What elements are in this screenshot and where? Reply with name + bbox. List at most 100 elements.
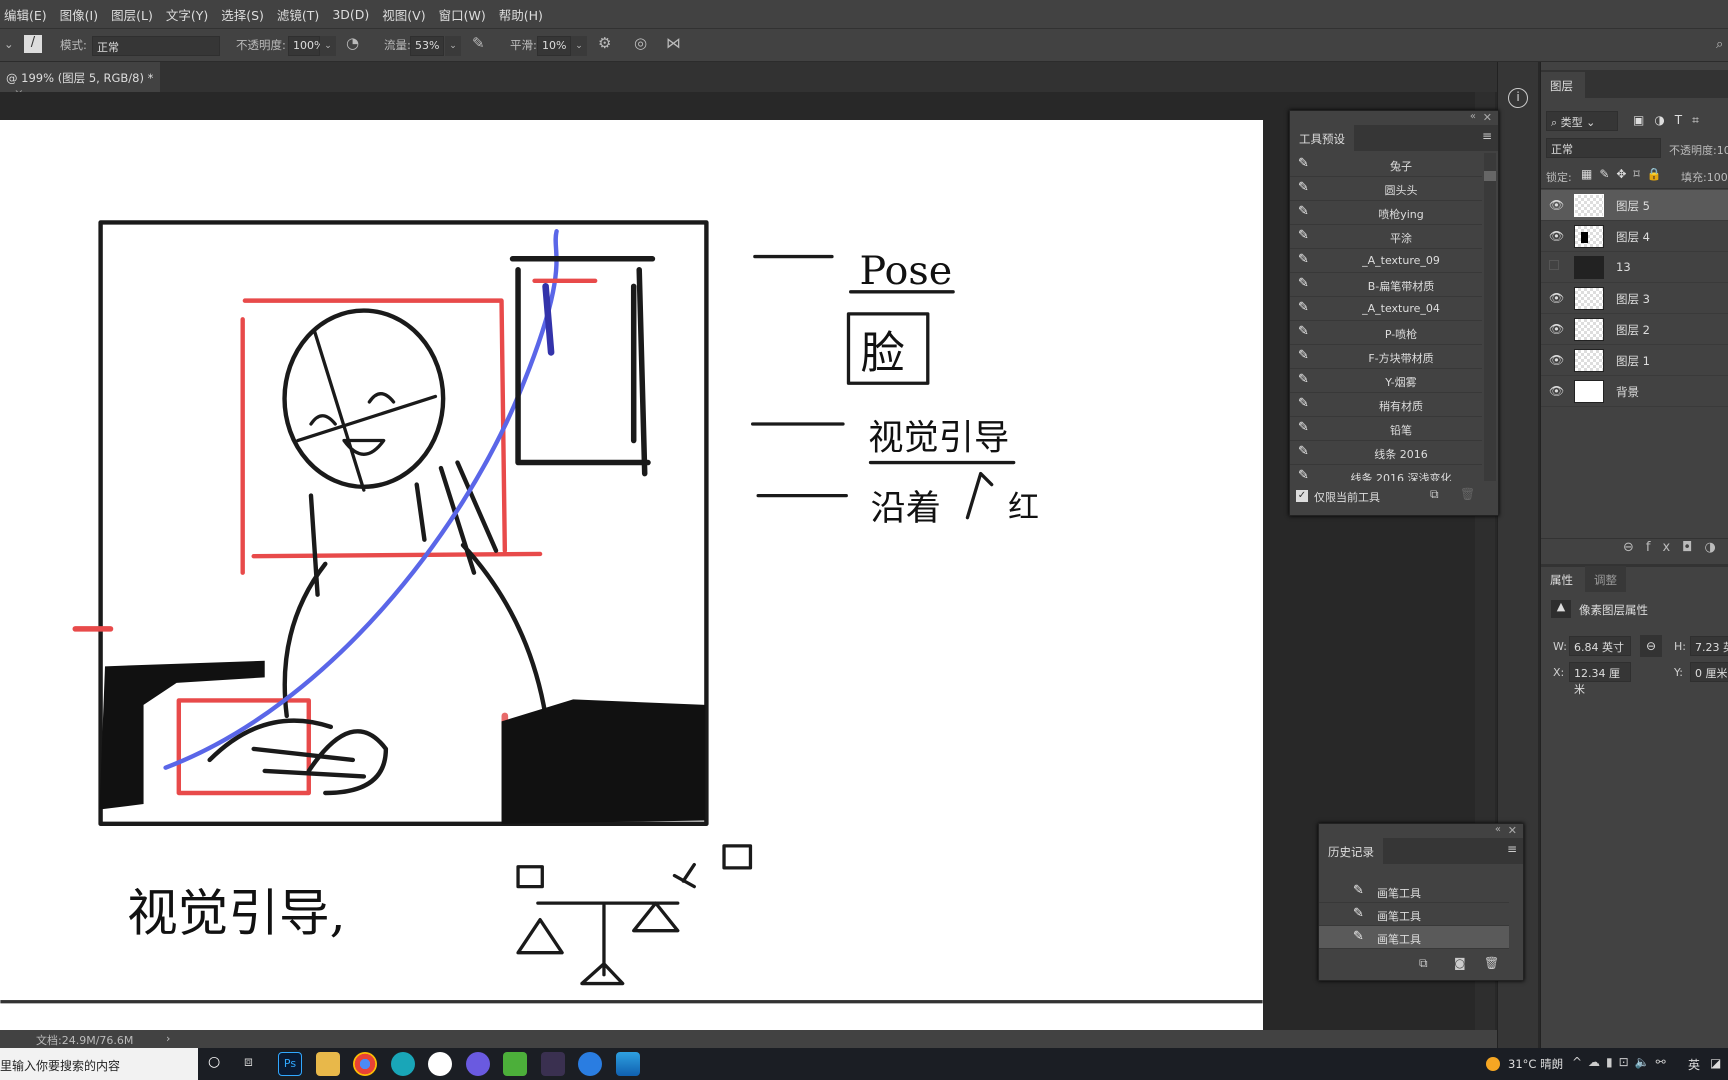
tool-preset-item[interactable]: ✎ 圆头头 [1290, 177, 1482, 201]
menu-window[interactable]: 窗口(W) [439, 5, 486, 24]
app-icon[interactable] [391, 1052, 415, 1076]
brush-preset-icon[interactable]: / [24, 35, 42, 53]
pressure-size-icon[interactable]: ◎ [634, 34, 647, 52]
app-icon[interactable] [466, 1052, 490, 1076]
layer-actions-icons[interactable]: ⊖fx◘◑ [1623, 540, 1728, 555]
x-input[interactable]: 12.34 厘米 [1569, 662, 1631, 696]
airbrush-icon[interactable]: ✎ [472, 34, 485, 52]
tab-adjustments[interactable]: 调整 [1585, 566, 1626, 592]
menu-filter[interactable]: 滤镜(T) [277, 5, 319, 24]
flow-chevron-icon[interactable]: ⌄ [445, 36, 461, 56]
menu-layer[interactable]: 图层(L) [111, 5, 153, 24]
symmetry-butterfly-icon[interactable]: ⋈ [666, 34, 681, 52]
tool-preset-item[interactable]: ✎ F-方块带材质 [1290, 345, 1482, 369]
tool-preset-item[interactable]: ✎ 平涂 [1290, 225, 1482, 249]
menu-type[interactable]: 文字(Y) [166, 5, 208, 24]
opacity-chevron-icon[interactable]: ⌄ [320, 36, 336, 56]
smoothing-input[interactable]: 10% [537, 36, 571, 56]
menu-3d[interactable]: 3D(D) [332, 7, 369, 22]
filter-type-icons[interactable]: ▣◑T⌗ [1633, 113, 1709, 128]
chrome-icon[interactable] [353, 1052, 377, 1076]
app-icon[interactable] [428, 1052, 452, 1076]
width-input[interactable]: 6.84 英寸 [1569, 636, 1631, 656]
lock-icons[interactable]: ▦✎✥⌑🔒 [1581, 167, 1669, 181]
layer-blend-select[interactable]: 正常 [1546, 138, 1661, 158]
menu-help[interactable]: 帮助(H) [499, 5, 543, 24]
flow-input[interactable]: 53% [410, 36, 444, 56]
eye-icon[interactable]: 👁 [1549, 198, 1564, 212]
close-icon[interactable]: ✕ [1508, 824, 1517, 837]
history-item-selected[interactable]: ✎ 画笔工具 [1319, 926, 1509, 949]
layer-row[interactable]: 👁 图层 2 [1541, 314, 1728, 345]
menu-view[interactable]: 视图(V) [382, 5, 425, 24]
gear-icon[interactable]: ⚙ [598, 34, 611, 52]
link-icon[interactable]: ⊖ [1640, 635, 1662, 657]
status-arrow-icon[interactable]: › [166, 1032, 170, 1045]
eye-icon[interactable]: 👁 [1549, 353, 1564, 367]
layer-row[interactable]: 👁 图层 3 [1541, 283, 1728, 314]
document-tab[interactable]: @ 199% (图层 5, RGB/8) * × [0, 62, 160, 100]
tab-layers[interactable]: 图层 [1541, 72, 1582, 98]
layer-fill[interactable]: 填充:100% [1681, 169, 1728, 185]
preset-chevron-icon[interactable]: ⌄ [4, 37, 14, 51]
close-icon[interactable]: ✕ [1483, 111, 1492, 124]
layer-row[interactable]: 👁 图层 1 [1541, 345, 1728, 376]
eye-icon[interactable]: 👁 [1549, 229, 1564, 243]
current-tool-only-checkbox[interactable]: ✓ [1296, 490, 1308, 502]
camera-icon[interactable]: ◙ [1454, 956, 1466, 970]
tool-preset-item[interactable]: ✎ B-扁笔带材质 [1290, 273, 1482, 297]
tool-presets-title[interactable]: 工具预设 [1290, 125, 1354, 151]
eye-icon[interactable]: 👁 [1549, 322, 1564, 336]
tool-preset-item[interactable]: ✎ 铅笔 [1290, 417, 1482, 441]
new-document-from-state-icon[interactable]: ⧉ [1419, 956, 1428, 971]
cortana-icon[interactable]: ○ [208, 1054, 220, 1070]
tool-preset-item[interactable]: ✎ 喷枪ying [1290, 201, 1482, 225]
document-canvas[interactable]: Pose 脸 视觉引导 沿着 红 视觉引导, [0, 120, 1263, 1032]
weather-text[interactable]: 31°C 晴朗 [1508, 1056, 1563, 1072]
history-item[interactable]: ✎ 画笔工具 [1319, 880, 1509, 903]
tool-preset-item[interactable]: ✎ _A_texture_09 [1290, 249, 1482, 273]
collapse-icon[interactable]: « [1470, 111, 1476, 122]
height-input[interactable]: 7.23 英寸 [1690, 636, 1728, 656]
layer-row[interactable]: 👁 背景 [1541, 376, 1728, 407]
tab-properties[interactable]: 属性 [1541, 566, 1582, 592]
photoshop-taskbar-icon[interactable]: Ps [278, 1052, 302, 1076]
layer-filter-select[interactable]: ⌕ 类型 ⌄ [1546, 111, 1618, 131]
tool-preset-item[interactable]: ✎ _A_texture_04 [1290, 297, 1482, 321]
y-input[interactable]: 0 厘米 [1690, 662, 1728, 682]
info-icon[interactable]: i [1508, 88, 1528, 108]
pressure-opacity-icon[interactable]: ◔ [346, 34, 359, 52]
layer-row[interactable]: 13 [1541, 252, 1728, 283]
menu-image[interactable]: 图像(I) [60, 5, 98, 24]
smoothing-chevron-icon[interactable]: ⌄ [571, 36, 587, 56]
collapse-icon[interactable]: « [1495, 824, 1501, 835]
tool-preset-item[interactable]: ✎ 稍有材质 [1290, 393, 1482, 417]
notification-icon[interactable]: ◪ [1710, 1056, 1721, 1070]
trash-icon[interactable]: 🗑 [1484, 956, 1499, 970]
eye-icon[interactable]: 👁 [1549, 384, 1564, 398]
mode-select[interactable]: 正常 [92, 36, 220, 56]
ime-indicator[interactable]: 英 [1688, 1056, 1700, 1073]
task-view-icon[interactable]: ⧈ [244, 1054, 253, 1070]
panel-menu-icon[interactable]: ≡ [1482, 129, 1492, 143]
app-icon[interactable] [578, 1052, 602, 1076]
tool-preset-item[interactable]: ✎ P-喷枪 [1290, 321, 1482, 345]
photos-icon[interactable] [616, 1052, 640, 1076]
tool-preset-item[interactable]: ✎ 线条 2016 [1290, 441, 1482, 465]
eye-icon[interactable]: 👁 [1549, 291, 1564, 305]
file-explorer-icon[interactable] [316, 1052, 340, 1076]
taskbar-search-input[interactable]: 在这里输入你要搜索的内容 [0, 1048, 198, 1080]
tool-preset-item[interactable]: ✎ 线条 2016 深浅变化 [1290, 465, 1482, 481]
opacity-input[interactable]: 100% [288, 36, 324, 56]
menu-select[interactable]: 选择(S) [221, 5, 264, 24]
history-item[interactable]: ✎ 画笔工具 [1319, 903, 1509, 926]
layer-opacity[interactable]: 不透明度:100% [1669, 142, 1728, 158]
layer-row[interactable]: 👁 图层 5 [1541, 190, 1728, 221]
visibility-off-box[interactable] [1549, 260, 1559, 270]
new-preset-icon[interactable]: ⧉ [1430, 487, 1439, 502]
app-icon[interactable] [541, 1052, 565, 1076]
tool-preset-item[interactable]: ✎ Y-烟雾 [1290, 369, 1482, 393]
layer-row[interactable]: 👁 图层 4 [1541, 221, 1728, 252]
app-icon[interactable] [503, 1052, 527, 1076]
panel-menu-icon[interactable]: ≡ [1507, 842, 1517, 856]
